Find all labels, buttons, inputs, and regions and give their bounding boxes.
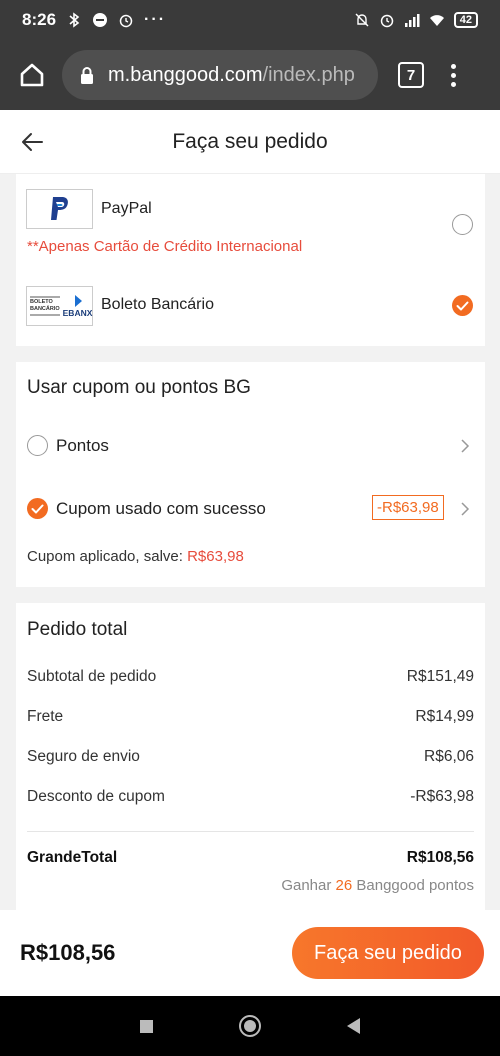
alarm-icon [119, 14, 133, 28]
total-row-coupon-discount: Desconto de cupom -R$63,98 [27, 788, 474, 805]
back-nav-button[interactable] [347, 1018, 360, 1034]
coupon-used-label: Cupom usado com sucesso [56, 499, 266, 518]
checkout-bar: R$108,56 Faça seu pedido [0, 910, 500, 996]
grand-total-row: GrandeTotal R$108,56 [27, 849, 474, 866]
page-title: Faça seu pedido [172, 129, 328, 153]
home-button[interactable] [12, 55, 52, 95]
points-checkbox[interactable] [27, 435, 48, 456]
bottom-total-price: R$108,56 [20, 940, 116, 965]
payment-label-paypal: PayPal [101, 200, 152, 217]
radio-boleto[interactable] [452, 295, 473, 316]
radio-paypal[interactable] [452, 214, 473, 235]
dnd-icon [93, 13, 108, 27]
overflow-dots: ··· [144, 11, 167, 28]
clock: 8:26 [22, 10, 57, 29]
total-row-shipping: Frete R$14,99 [27, 708, 474, 725]
chevron-right-icon[interactable] [459, 438, 471, 454]
mute-icon [355, 13, 369, 27]
page-header: Faça seu pedido [0, 110, 500, 174]
home-nav-button[interactable] [239, 1015, 261, 1037]
tab-switcher-button[interactable]: 7 [398, 62, 424, 88]
coupon-checkbox[interactable] [27, 498, 48, 519]
home-icon [20, 63, 44, 87]
coupon-discount-badge: -R$63,98 [372, 495, 444, 520]
url-text: m.banggood.com/index.php [108, 64, 355, 87]
place-order-button[interactable]: Faça seu pedido [292, 927, 484, 979]
url-host: m.banggood.com [108, 63, 263, 86]
battery-icon: 42 [453, 12, 478, 28]
signal-icon [404, 14, 420, 27]
system-nav-bar [0, 996, 500, 1056]
order-total-card: Pedido total Subtotal de pedido R$151,49… [16, 603, 485, 910]
earn-points-count: 26 [335, 877, 353, 894]
check-icon [456, 301, 469, 310]
alarm-icon [380, 14, 393, 28]
coupon-section-title: Usar cupom ou pontos BG [27, 377, 251, 398]
status-bar: 8:26 ··· 42 [0, 0, 500, 40]
coupon-applied-amount: R$63,98 [187, 548, 244, 565]
check-icon [31, 504, 44, 513]
recents-button[interactable] [140, 1019, 153, 1033]
payment-label-boleto: Boleto Bancário [101, 296, 214, 313]
chevron-right-icon[interactable] [459, 501, 471, 517]
lock-icon [81, 67, 93, 84]
boleto-logo: BOLETO BANCÁRIO EBANX [26, 286, 93, 326]
divider [27, 831, 474, 832]
ebanx-icon [74, 295, 82, 307]
total-row-insurance: Seguro de envio R$6,06 [27, 748, 474, 765]
payment-methods-card: PayPal **Apenas Cartão de Crédito Intern… [16, 174, 485, 346]
order-total-title: Pedido total [27, 619, 128, 640]
bluetooth-icon [69, 12, 80, 28]
wifi-icon [429, 15, 444, 26]
coupon-applied-note: Cupom aplicado, salve: R$63,98 [27, 548, 244, 565]
address-bar[interactable]: m.banggood.com/index.php [62, 50, 378, 100]
total-row-subtotal: Subtotal de pedido R$151,49 [27, 668, 474, 685]
paypal-icon [50, 197, 68, 220]
browser-toolbar: m.banggood.com/index.php 7 [0, 40, 500, 110]
browser-menu-button[interactable] [448, 63, 458, 87]
paypal-logo [26, 189, 93, 229]
points-label: Pontos [56, 436, 109, 455]
url-path: /index.php [262, 63, 355, 86]
back-arrow-icon[interactable] [18, 128, 46, 156]
coupon-card: Usar cupom ou pontos BG Pontos Cupom usa… [16, 362, 485, 587]
paypal-warning-note: **Apenas Cartão de Crédito Internacional [27, 238, 303, 255]
earn-points-note: Ganhar 26 Banggood pontos [281, 877, 474, 894]
